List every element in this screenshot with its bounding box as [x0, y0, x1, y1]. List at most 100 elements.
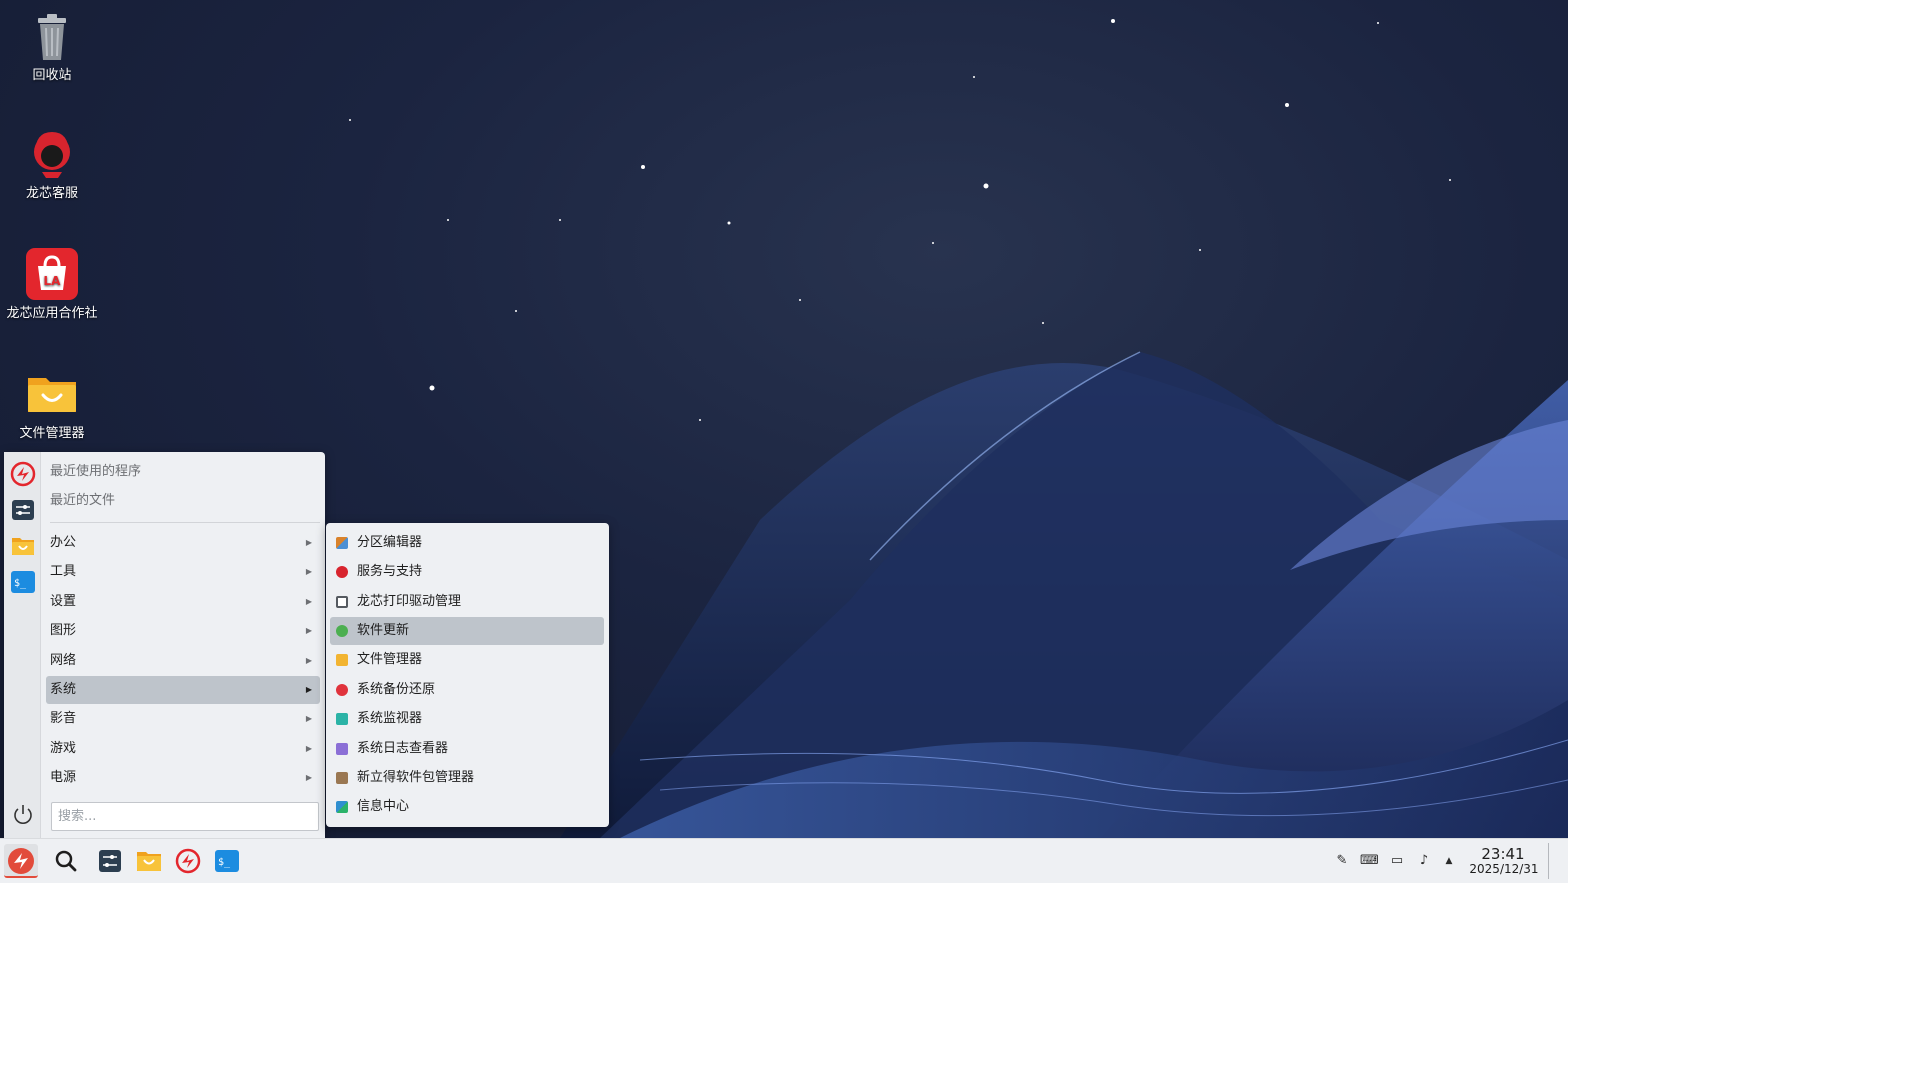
keyboard-icon[interactable]: ⌨	[1360, 852, 1379, 870]
submenu-item-synaptic[interactable]: 新立得软件包管理器	[330, 764, 604, 792]
clock-date[interactable]: 2025/12/31	[1466, 862, 1542, 876]
category-label: 图形	[50, 623, 77, 638]
category-graphics[interactable]: 图形 ▶	[46, 617, 320, 645]
desktop-icon-label: 回收站	[32, 68, 72, 83]
submenu-item-label: 系统备份还原	[357, 682, 436, 697]
desktop-icon-app-store[interactable]: LA 龙芯应用合作社	[4, 246, 100, 324]
recent-programs-label: 最近使用的程序	[50, 464, 142, 479]
submenu-item-file-manager[interactable]: 文件管理器	[330, 646, 604, 674]
backup-icon	[336, 684, 348, 696]
monitor-icon	[336, 713, 348, 725]
taskbar-loongson-button[interactable]	[171, 844, 205, 878]
chevron-right-icon: ▶	[305, 714, 312, 723]
desktop-icon-trash[interactable]: 回收站	[4, 8, 100, 86]
chevron-right-icon: ▶	[305, 597, 312, 606]
system-submenu: 分区编辑器 服务与支持 龙芯打印驱动管理 软件更新 文件管理器 系统备份还原 系…	[326, 523, 609, 827]
chevron-right-icon: ▶	[305, 626, 312, 635]
file-manager-icon	[137, 852, 161, 871]
taskbar-settings-button[interactable]	[93, 844, 127, 878]
desktop-icon-label: 龙芯客服	[25, 186, 78, 201]
file-manager-icon[interactable]	[10, 533, 36, 559]
recent-files[interactable]: 最近的文件	[46, 487, 320, 515]
settings-icon[interactable]	[10, 497, 36, 523]
support-icon	[336, 566, 348, 578]
printer-icon	[336, 596, 348, 608]
desktop-icon-file-manager[interactable]: 文件管理器	[4, 366, 100, 444]
pen-icon[interactable]: ✎	[1333, 852, 1351, 870]
search-icon	[55, 850, 77, 872]
terminal-icon[interactable]: $_	[10, 569, 36, 595]
partition-editor-icon	[336, 537, 348, 549]
category-office[interactable]: 办公 ▶	[46, 529, 320, 557]
svg-text:LA: LA	[44, 274, 62, 288]
chevron-right-icon: ▶	[305, 685, 312, 694]
submenu-item-label: 新立得软件包管理器	[357, 770, 475, 785]
search-input[interactable]: 搜索...	[51, 802, 319, 831]
desktop-icon-label: 龙芯应用合作社	[6, 306, 98, 321]
clock-time[interactable]: 23:41	[1470, 845, 1536, 863]
category-games[interactable]: 游戏 ▶	[46, 735, 320, 763]
submenu-item-partition-editor[interactable]: 分区编辑器	[330, 529, 604, 557]
category-multimedia[interactable]: 影音 ▶	[46, 705, 320, 733]
category-label: 设置	[50, 594, 77, 609]
category-label: 游戏	[50, 741, 77, 756]
taskbar: $_ ✎ ⌨ ▭ ♪ ▲ 23:41 2025/12/31	[0, 838, 1568, 883]
package-manager-icon	[336, 772, 348, 784]
submenu-item-system-monitor[interactable]: 系统监视器	[330, 705, 604, 733]
search-placeholder: 搜索...	[58, 809, 97, 824]
submenu-item-label: 文件管理器	[357, 652, 423, 667]
search-button[interactable]	[49, 844, 83, 878]
category-tools[interactable]: 工具 ▶	[46, 558, 320, 586]
category-power[interactable]: 电源 ▶	[46, 764, 320, 792]
submenu-item-label: 软件更新	[357, 623, 410, 638]
show-desktop-button[interactable]	[1548, 843, 1549, 879]
category-label: 网络	[50, 653, 77, 668]
submenu-item-label: 龙芯打印驱动管理	[357, 594, 462, 609]
loongson-logo-icon[interactable]	[10, 461, 36, 487]
submenu-item-software-update[interactable]: 软件更新	[330, 617, 604, 645]
folder-icon	[336, 654, 348, 666]
submenu-item-label: 信息中心	[357, 799, 410, 814]
chevron-right-icon: ▶	[305, 744, 312, 753]
category-network[interactable]: 网络 ▶	[46, 647, 320, 675]
submenu-item-log-viewer[interactable]: 系统日志查看器	[330, 735, 604, 763]
category-label: 影音	[50, 711, 77, 726]
menu-divider	[50, 522, 320, 523]
start-menu: $_ 最近使用的程序 最近的文件 办公 ▶ 工具 ▶ 设置 ▶ 图形 ▶ 网络 ▶ 系统 ▶…	[4, 452, 325, 838]
submenu-item-support[interactable]: 服务与支持	[330, 558, 604, 586]
submenu-item-backup[interactable]: 系统备份还原	[330, 676, 604, 704]
submenu-item-label: 分区编辑器	[357, 535, 423, 550]
chevron-up-icon[interactable]: ▲	[1440, 852, 1458, 870]
network-icon[interactable]: ▭	[1388, 852, 1406, 870]
submenu-item-print-driver[interactable]: 龙芯打印驱动管理	[330, 588, 604, 616]
svg-text:$_: $_	[218, 857, 231, 868]
category-label: 工具	[50, 564, 77, 579]
log-viewer-icon	[336, 743, 348, 755]
trash-icon	[24, 8, 80, 64]
power-icon[interactable]	[10, 802, 36, 828]
taskbar-file-manager-button[interactable]	[132, 844, 166, 878]
category-settings[interactable]: 设置 ▶	[46, 588, 320, 616]
recent-files-label: 最近的文件	[50, 493, 116, 508]
app-store-icon: LA	[24, 246, 80, 302]
volume-icon[interactable]: ♪	[1415, 852, 1433, 870]
submenu-item-label: 系统日志查看器	[357, 741, 449, 756]
recent-programs[interactable]: 最近使用的程序	[46, 458, 320, 486]
info-center-icon	[336, 801, 348, 813]
category-system[interactable]: 系统 ▶	[46, 676, 320, 704]
taskbar-terminal-button[interactable]: $_	[210, 844, 244, 878]
category-label: 系统	[50, 682, 77, 697]
submenu-item-info-center[interactable]: 信息中心	[330, 793, 604, 821]
desktop-icon-customer-service[interactable]: 龙芯客服	[4, 126, 100, 204]
terminal-icon: $_	[215, 850, 239, 872]
chevron-right-icon: ▶	[305, 773, 312, 782]
desktop-icon-label: 文件管理器	[19, 426, 85, 441]
settings-icon	[99, 850, 121, 872]
submenu-item-label: 服务与支持	[357, 564, 423, 579]
chevron-right-icon: ▶	[305, 656, 312, 665]
loongson-logo-icon	[175, 848, 201, 874]
start-menu-button[interactable]	[4, 844, 38, 878]
category-label: 电源	[50, 770, 77, 785]
start-menu-sidebar: $_	[4, 452, 41, 838]
chevron-right-icon: ▶	[305, 567, 312, 576]
